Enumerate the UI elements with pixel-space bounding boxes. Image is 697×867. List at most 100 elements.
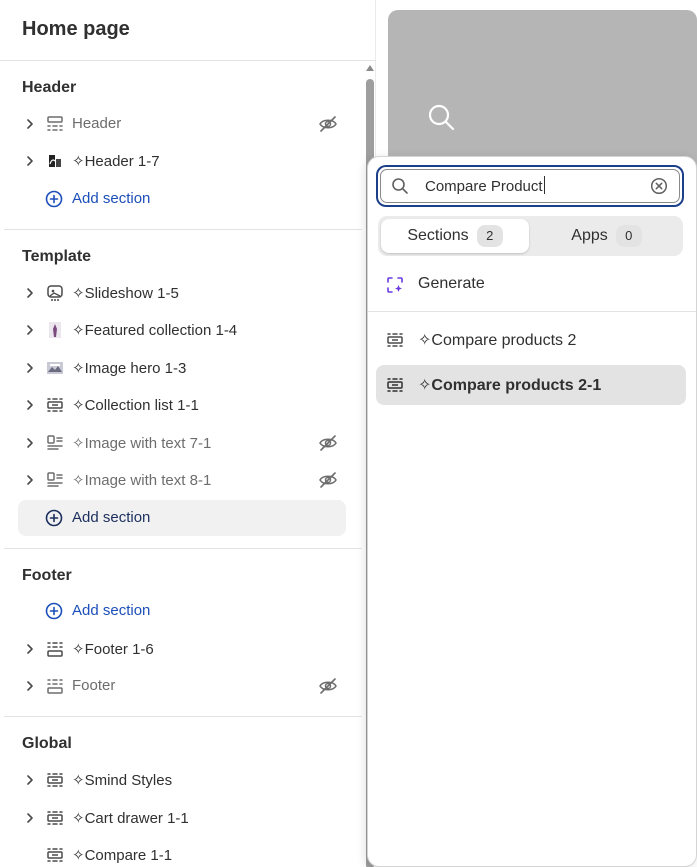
product-thumbnail-icon [49, 322, 61, 338]
eye-slash-icon[interactable] [318, 470, 338, 490]
section-row-image-with-text-8[interactable]: ✧Image with text 8-1 [18, 462, 346, 498]
tab-apps[interactable]: Apps 0 [533, 219, 680, 253]
section-layout-icon [47, 773, 63, 787]
tab-label: Sections [407, 227, 469, 244]
divider [368, 311, 696, 312]
scroll-up-arrow-icon[interactable] [366, 65, 374, 71]
section-search-input[interactable]: Compare Product [376, 165, 684, 207]
image-with-text-icon [47, 472, 63, 487]
page-title: Home page [22, 18, 130, 40]
eye-slash-icon[interactable] [318, 114, 338, 134]
count-badge: 2 [476, 225, 503, 247]
tab-sections[interactable]: Sections 2 [381, 219, 529, 253]
group-title-global: Global [22, 735, 72, 752]
section-label: ✧Smind Styles [72, 772, 173, 789]
result-item[interactable]: ✧Compare products 2 [376, 320, 686, 360]
chevron-right-icon[interactable] [24, 362, 36, 374]
chevron-right-icon[interactable] [24, 118, 36, 130]
result-label: ✧Compare products 2 [418, 332, 577, 349]
add-section-label: Add section [72, 602, 151, 619]
divider [4, 716, 362, 717]
section-label: ✧Image with text 8-1 [72, 472, 212, 489]
section-layout-icon [47, 848, 63, 862]
search-icon [392, 178, 408, 194]
section-row-slideshow[interactable]: ✧Slideshow 1-5 [18, 275, 346, 311]
header-section-icon [47, 116, 63, 131]
section-row-featured-collection[interactable]: ✧Featured collection 1-4 [18, 312, 346, 348]
chevron-right-icon[interactable] [24, 399, 36, 411]
add-section-label: Add section [72, 190, 151, 207]
add-section-button[interactable]: Add section [18, 593, 346, 629]
count-badge: 0 [615, 225, 642, 247]
generate-label: Generate [418, 275, 485, 292]
text-caret [543, 176, 545, 194]
search-value-text: Compare Product [425, 178, 543, 195]
section-label: ✧Image with text 7-1 [72, 435, 212, 452]
chevron-right-icon[interactable] [24, 474, 36, 486]
section-row-footer-1-6[interactable]: ✧Footer 1-6 [18, 631, 346, 667]
image-thumbnail-icon [47, 362, 63, 374]
section-row-cart-drawer[interactable]: ✧Cart drawer 1-1 [18, 800, 346, 836]
add-section-popover: Compare Product Sections 2 Apps 0 Genera… [367, 156, 697, 867]
section-label: ✧Featured collection 1-4 [72, 322, 238, 339]
chevron-right-icon[interactable] [24, 287, 36, 299]
plus-circle-icon [45, 509, 63, 527]
sections-list: Header Header ✧Header 1-7 Add section Te… [0, 61, 362, 867]
image-with-text-icon [47, 435, 63, 450]
results-tabs: Sections 2 Apps 0 [378, 216, 683, 256]
group-title-header: Header [22, 79, 77, 96]
section-label: Header [72, 115, 122, 132]
group-title-footer: Footer [22, 567, 72, 584]
footer-section-icon [47, 679, 63, 694]
clear-circle-icon[interactable] [650, 177, 668, 195]
section-row-footer[interactable]: Footer [18, 668, 346, 704]
section-label: ✧Cart drawer 1-1 [72, 810, 189, 827]
section-row-collection-list[interactable]: ✧Collection list 1-1 [18, 387, 346, 423]
tab-label: Apps [571, 227, 608, 244]
sparkle-generate-icon [387, 277, 403, 293]
eye-slash-icon[interactable] [318, 676, 338, 696]
chevron-right-icon[interactable] [24, 680, 36, 692]
section-row-compare[interactable]: ✧Compare 1-1 [18, 837, 346, 867]
eye-slash-icon[interactable] [318, 433, 338, 453]
chevron-right-icon[interactable] [24, 437, 36, 449]
footer-section-icon [47, 642, 63, 657]
section-label: ✧Header 1-7 [72, 153, 160, 170]
section-label: Footer [72, 677, 116, 694]
divider [4, 548, 362, 549]
divider [4, 229, 362, 230]
chevron-right-icon[interactable] [24, 155, 36, 167]
section-layout-icon [387, 333, 403, 347]
result-label: ✧Compare products 2-1 [418, 377, 602, 394]
section-label: ✧Image hero 1-3 [72, 360, 187, 377]
add-section-label: Add section [72, 509, 151, 526]
chevron-right-icon[interactable] [24, 643, 36, 655]
plus-circle-icon [45, 602, 63, 620]
section-row-smind-styles[interactable]: ✧Smind Styles [18, 762, 346, 798]
section-label: ✧Collection list 1-1 [72, 397, 199, 414]
chevron-right-icon[interactable] [24, 324, 36, 336]
add-section-button[interactable]: Add section [18, 500, 346, 536]
section-label: ✧Compare 1-1 [72, 847, 173, 864]
slideshow-icon [47, 285, 63, 301]
search-icon [428, 104, 455, 131]
generate-button[interactable]: Generate [376, 269, 688, 301]
chevron-right-icon[interactable] [24, 774, 36, 786]
chevron-right-icon[interactable] [24, 812, 36, 824]
logo-thumbnail-icon [49, 155, 61, 167]
section-label: ✧Footer 1-6 [72, 641, 154, 658]
section-row-header[interactable]: Header [18, 106, 346, 142]
section-row-image-hero[interactable]: ✧Image hero 1-3 [18, 350, 346, 386]
section-row-image-with-text-7[interactable]: ✧Image with text 7-1 [18, 425, 346, 461]
plus-circle-icon [45, 190, 63, 208]
section-label: ✧Slideshow 1-5 [72, 285, 179, 302]
group-title-template: Template [22, 248, 92, 265]
add-section-button[interactable]: Add section [18, 181, 346, 217]
section-layout-icon [47, 811, 63, 825]
section-layout-icon [387, 378, 403, 392]
sections-sidebar: Home page Header Header ✧Header 1-7 Add … [0, 0, 376, 867]
search-value: Compare Product [425, 176, 545, 195]
result-item-highlighted[interactable]: ✧Compare products 2-1 [376, 365, 686, 405]
section-row-header-1-7[interactable]: ✧Header 1-7 [18, 143, 346, 179]
section-layout-icon [47, 398, 63, 412]
